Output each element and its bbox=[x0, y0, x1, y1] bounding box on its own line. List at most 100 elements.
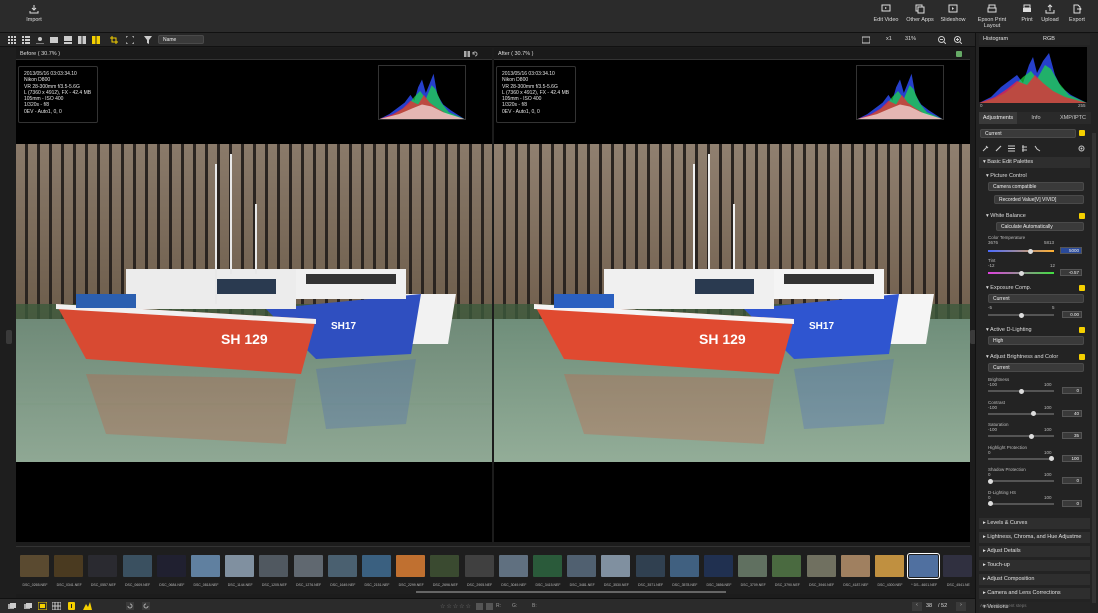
film-thumbnail[interactable] bbox=[327, 555, 357, 577]
film-thumbnail[interactable] bbox=[875, 555, 904, 577]
slider-value-input[interactable]: 35 bbox=[1062, 432, 1082, 439]
filmstrip-toggle-icon[interactable] bbox=[38, 602, 47, 610]
color-temp-slider[interactable] bbox=[988, 248, 1054, 254]
adl-dropdown[interactable]: High bbox=[988, 336, 1084, 345]
exposure-dropdown[interactable]: Current bbox=[988, 294, 1084, 303]
import-button[interactable]: Import bbox=[24, 4, 44, 23]
fit-screen-icon[interactable] bbox=[126, 36, 134, 44]
multi-images-icon[interactable] bbox=[24, 603, 32, 610]
lch-section[interactable]: ▸ Lightness, Chroma, and Hue Adjustme bbox=[979, 532, 1090, 543]
adjust-details-section[interactable]: ▸ Adjust Details bbox=[979, 546, 1090, 557]
images-icon[interactable] bbox=[8, 603, 16, 610]
histogram-header[interactable]: Histogram RGB bbox=[979, 34, 1090, 45]
zoom-x1-button[interactable]: x1 bbox=[886, 36, 892, 42]
film-thumbnail[interactable] bbox=[54, 555, 84, 577]
left-panel-toggle[interactable] bbox=[6, 330, 12, 344]
filmstrip-scrollbar[interactable] bbox=[416, 591, 726, 593]
slider-value-input[interactable]: 0 bbox=[1062, 499, 1082, 507]
brightness-color-slider[interactable] bbox=[988, 388, 1054, 394]
adl-checkbox[interactable] bbox=[1079, 327, 1085, 333]
filter-icon[interactable] bbox=[144, 36, 152, 44]
print-button[interactable]: Print bbox=[1018, 4, 1036, 23]
touch-up-section[interactable]: ▸ Touch-up bbox=[979, 560, 1090, 571]
abc-dropdown[interactable]: Current bbox=[988, 363, 1084, 372]
adl-title[interactable]: ▾ Active D-Lighting bbox=[986, 327, 1090, 333]
brightness-color-slider[interactable] bbox=[988, 501, 1054, 506]
adjust-composition-section[interactable]: ▸ Adjust Composition bbox=[979, 574, 1090, 585]
rotate-left-icon[interactable] bbox=[126, 602, 134, 610]
film-thumbnail[interactable] bbox=[601, 555, 631, 577]
next-image-button[interactable]: › bbox=[956, 602, 966, 611]
single-view-icon[interactable] bbox=[50, 36, 58, 44]
slider-knob[interactable] bbox=[1049, 456, 1054, 461]
slider-value-input[interactable]: 40 bbox=[1062, 409, 1082, 417]
slider-value-input[interactable]: 0 bbox=[1062, 387, 1082, 394]
abc-checkbox[interactable] bbox=[1079, 354, 1085, 360]
exposure-knob[interactable] bbox=[1019, 312, 1024, 318]
exposure-title[interactable]: ▾ Exposure Comp. bbox=[986, 285, 1090, 291]
brightness-color-slider[interactable] bbox=[988, 433, 1054, 439]
film-thumbnail[interactable] bbox=[567, 555, 597, 577]
white-balance-checkbox[interactable] bbox=[1079, 213, 1085, 219]
camera-lens-section[interactable]: ▸ Camera and Lens Corrections bbox=[979, 588, 1090, 599]
film-thumbnail[interactable] bbox=[840, 555, 870, 577]
film-thumbnail[interactable] bbox=[464, 555, 494, 577]
exposure-slider[interactable] bbox=[988, 312, 1054, 318]
film-thumbnail[interactable] bbox=[259, 555, 289, 577]
slider-value-input[interactable]: 100 bbox=[1062, 454, 1082, 462]
film-thumbnail[interactable] bbox=[362, 555, 391, 577]
levels-curves-section[interactable]: ▸ Levels & Curves bbox=[979, 518, 1090, 529]
film-thumbnail[interactable] bbox=[738, 555, 768, 577]
preset-checkbox[interactable] bbox=[1079, 130, 1085, 136]
straighten-icon[interactable] bbox=[1021, 145, 1028, 152]
film-thumbnail[interactable] bbox=[704, 555, 733, 577]
exposure-checkbox[interactable] bbox=[1079, 285, 1085, 291]
film-thumbnail[interactable] bbox=[635, 555, 665, 577]
brightness-color-slider[interactable] bbox=[988, 411, 1054, 416]
protect-swatch[interactable] bbox=[486, 603, 493, 610]
film-thumbnail[interactable] bbox=[20, 555, 49, 577]
tab-info[interactable]: Info bbox=[1017, 112, 1055, 124]
film-thumbnail[interactable] bbox=[122, 555, 152, 577]
sort-dropdown[interactable]: Name bbox=[158, 35, 204, 44]
before-after-icon[interactable] bbox=[92, 36, 100, 44]
undo-icon[interactable] bbox=[472, 51, 478, 57]
brightness-color-slider[interactable] bbox=[988, 478, 1054, 484]
film-thumbnail[interactable] bbox=[533, 555, 562, 577]
color-temp-knob[interactable] bbox=[1028, 248, 1033, 254]
white-balance-title[interactable]: ▾ White Balance bbox=[986, 213, 1090, 219]
histogram-toggle-icon[interactable] bbox=[83, 602, 92, 610]
film-thumbnail[interactable] bbox=[772, 555, 802, 577]
info-icon[interactable] bbox=[68, 602, 75, 610]
slider-value-input[interactable]: 0 bbox=[1062, 477, 1082, 484]
film-thumbnail[interactable] bbox=[191, 555, 220, 577]
crop-icon[interactable] bbox=[110, 36, 118, 44]
settings-gear-icon[interactable] bbox=[1078, 145, 1085, 152]
film-thumbnail[interactable] bbox=[669, 555, 699, 577]
prev-image-button[interactable]: ‹ bbox=[912, 602, 922, 611]
list-view-icon[interactable] bbox=[22, 36, 30, 44]
apply-steps-label[interactable]: Apply adjustment steps bbox=[980, 603, 1027, 608]
tab-adjustments[interactable]: Adjustments bbox=[979, 112, 1017, 124]
film-thumbnail[interactable] bbox=[907, 553, 941, 579]
thumbnail-grid-icon[interactable] bbox=[52, 602, 61, 610]
film-thumbnail[interactable] bbox=[293, 555, 323, 577]
basic-edit-header[interactable]: ▾ Basic Edit Palettes bbox=[979, 157, 1090, 168]
compare-icon[interactable] bbox=[464, 51, 470, 57]
exposure-input[interactable]: 0.00 bbox=[1062, 311, 1082, 318]
abc-title[interactable]: ▾ Adjust Brightness and Color bbox=[986, 354, 1090, 360]
picture-control-title[interactable]: ▾ Picture Control bbox=[986, 173, 1090, 179]
tab-xmp-iptc[interactable]: XMP/IPTC bbox=[1055, 112, 1091, 124]
rotate-right-icon[interactable] bbox=[142, 602, 150, 610]
film-thumbnail[interactable] bbox=[943, 555, 973, 577]
compare-two-icon[interactable] bbox=[78, 36, 86, 44]
channel-select[interactable]: RGB bbox=[1043, 36, 1055, 42]
slider-knob[interactable] bbox=[988, 478, 993, 484]
tint-slider[interactable] bbox=[988, 270, 1054, 276]
upload-button[interactable]: Upload bbox=[1039, 4, 1061, 23]
levels-icon[interactable] bbox=[1008, 145, 1015, 152]
tint-knob[interactable] bbox=[1019, 270, 1024, 276]
eyedropper-icon[interactable] bbox=[982, 145, 989, 152]
grid-view-icon[interactable] bbox=[8, 36, 16, 44]
adjustment-preset-dropdown[interactable]: Current bbox=[980, 129, 1076, 138]
